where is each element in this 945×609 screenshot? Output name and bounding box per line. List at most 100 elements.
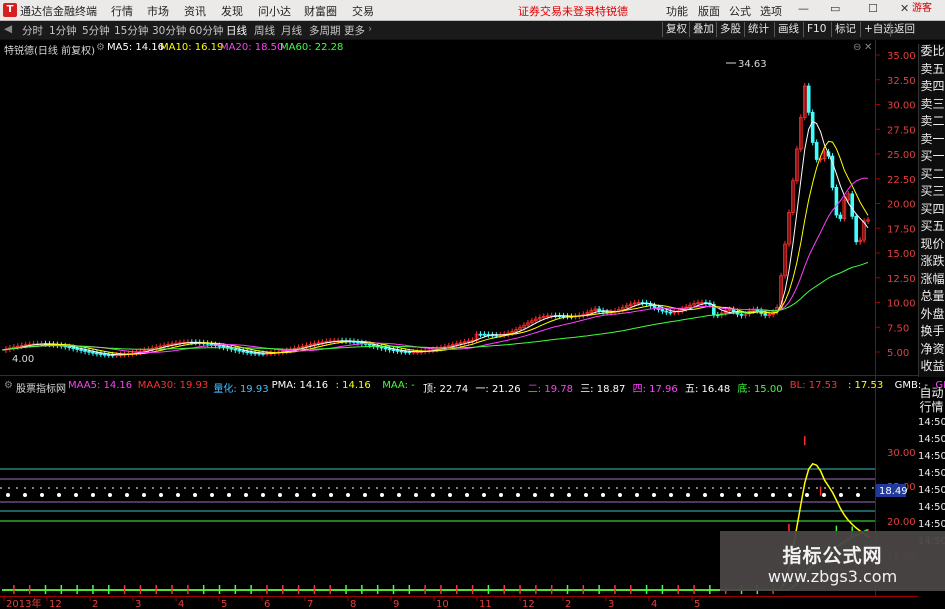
- side-bottom-item[interactable]: 行情: [918, 400, 945, 414]
- indicator-item: 五: 16.48: [685, 384, 731, 395]
- x-tick-label: 8: [350, 599, 356, 609]
- ma60-line: [1, 261, 869, 351]
- candle-body: [664, 310, 669, 313]
- side-item[interactable]: 买四: [919, 202, 945, 220]
- candle-body: [814, 142, 819, 160]
- indicator-settings-icon[interactable]: ⚙: [4, 380, 13, 391]
- indicator-item: PMA: 14.16: [271, 380, 329, 391]
- side-time: 14:50: [918, 417, 945, 428]
- side-item[interactable]: 卖二: [919, 114, 945, 132]
- level-dot: [142, 493, 146, 497]
- side-item[interactable]: 委比: [919, 44, 945, 62]
- indicator-title: 股票指标网: [16, 384, 66, 395]
- high-price-label: 34.63: [738, 59, 767, 70]
- level-dot: [40, 493, 44, 497]
- collapse-icon[interactable]: ⊖: [853, 42, 861, 53]
- x-tick-label: 3: [608, 599, 614, 609]
- candle-body: [391, 349, 396, 352]
- kline-chart-canvas[interactable]: 35.0032.5030.0027.5025.0022.5020.0017.50…: [0, 0, 945, 609]
- main-tick-label: 10.00: [887, 299, 916, 310]
- candle-body: [387, 348, 392, 351]
- moving-average-lines: [1, 120, 869, 356]
- side-item[interactable]: 净资: [919, 342, 945, 360]
- level-dot: [159, 493, 163, 497]
- candle-body: [379, 346, 384, 349]
- side-item[interactable]: 卖一: [919, 132, 945, 150]
- side-time: 14:50: [918, 485, 945, 496]
- candle-body: [99, 353, 103, 355]
- low-price-label: 4.00: [12, 354, 34, 365]
- level-dot: [91, 493, 95, 497]
- side-time: 14:50: [918, 502, 945, 513]
- side-time: 14:50: [918, 468, 945, 479]
- main-tick-label: 12.50: [887, 274, 916, 285]
- level-dot: [108, 493, 112, 497]
- candle-body: [482, 333, 487, 336]
- side-time: 14:50: [918, 434, 945, 445]
- side-item[interactable]: 涨幅: [919, 272, 945, 290]
- level-dot: [397, 493, 401, 497]
- side-item[interactable]: 总量: [919, 289, 945, 307]
- candle-body: [249, 351, 253, 354]
- side-item[interactable]: 外盘: [919, 307, 945, 325]
- side-item[interactable]: 买三: [919, 184, 945, 202]
- side-item[interactable]: 买一: [919, 149, 945, 167]
- candle-body: [395, 349, 400, 352]
- level-dot: [346, 493, 350, 497]
- candle-body: [245, 351, 249, 354]
- level-dot: [431, 493, 435, 497]
- candle-body: [850, 193, 855, 217]
- side-item[interactable]: 卖三: [919, 97, 945, 115]
- x-tick-label: 12: [49, 599, 62, 609]
- level-dot: [210, 493, 214, 497]
- zoom-icon[interactable]: ✕: [864, 42, 872, 53]
- level-dot: [686, 493, 690, 497]
- main-tick-label: 20.00: [887, 200, 916, 211]
- x-tick-label: 10: [436, 599, 449, 609]
- ma5-line: [1, 120, 869, 356]
- candle-body: [217, 345, 222, 347]
- level-dot: [805, 493, 809, 497]
- side-item[interactable]: 买二: [919, 167, 945, 185]
- candle-body: [478, 333, 483, 336]
- side-item[interactable]: 现价: [919, 237, 945, 255]
- side-item[interactable]: 涨跌: [919, 254, 945, 272]
- x-tick-label: 4: [178, 599, 184, 609]
- candle-body: [739, 313, 744, 316]
- side-item[interactable]: 收益: [919, 359, 945, 377]
- indicator-item: : 17.53: [848, 380, 884, 391]
- side-item[interactable]: 换手: [919, 324, 945, 342]
- candle-body: [810, 111, 815, 143]
- level-dot: [533, 493, 537, 497]
- indicator-item: 二: 19.78: [527, 384, 573, 395]
- candle-body: [67, 346, 72, 349]
- indicator-tick-label: 30.00: [887, 448, 916, 459]
- ma20-label: MA20: 18.50: [220, 42, 284, 53]
- side-item[interactable]: 卖四: [919, 79, 945, 97]
- level-dot: [771, 493, 775, 497]
- candle-body: [399, 350, 404, 353]
- level-dot: [584, 493, 588, 497]
- level-dot: [516, 493, 520, 497]
- x-tick-label: 5: [694, 599, 700, 609]
- settings-gear-icon[interactable]: ⚙: [96, 42, 105, 53]
- level-dot: [737, 493, 741, 497]
- level-dot: [295, 493, 299, 497]
- candle-body: [233, 348, 238, 351]
- main-tick-label: 30.00: [887, 101, 916, 112]
- level-dot: [74, 493, 78, 497]
- candle-body: [229, 347, 234, 350]
- side-bottom-item[interactable]: 自动: [918, 386, 945, 400]
- side-item[interactable]: 买五: [919, 219, 945, 237]
- ma20-line: [1, 177, 869, 354]
- level-dot: [720, 493, 724, 497]
- level-dot: [23, 493, 27, 497]
- side-item[interactable]: 卖五: [919, 62, 945, 80]
- level-dot: [567, 493, 571, 497]
- level-dot: [363, 493, 367, 497]
- level-dot: [635, 493, 639, 497]
- main-tick-label: 25.00: [887, 150, 916, 161]
- level-dot: [414, 493, 418, 497]
- level-dot: [703, 493, 707, 497]
- candle-body: [383, 347, 388, 350]
